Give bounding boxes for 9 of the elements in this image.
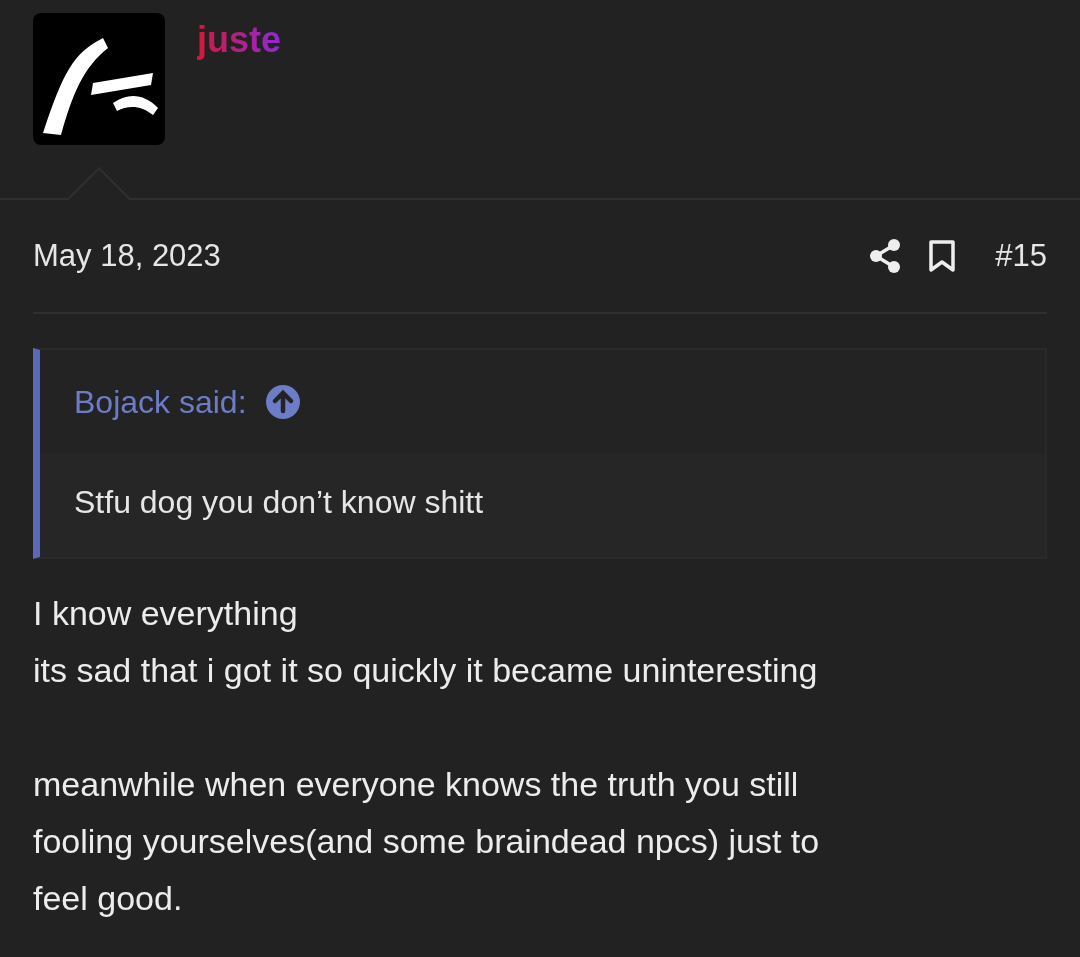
post-date: May 18, 2023: [33, 238, 222, 274]
share-icon[interactable]: [869, 239, 902, 273]
quote-author[interactable]: Bojack said:: [74, 383, 247, 421]
bookmark-icon[interactable]: [929, 240, 956, 272]
post-number[interactable]: #15: [995, 238, 1047, 274]
quote-text: Stfu dog you don’t know shitt: [73, 483, 485, 522]
arrow-up-icon[interactable]: [264, 384, 301, 420]
post-paragraph: I know everything its sad that i got it so quickly it became uninteresting: [33, 593, 819, 691]
post-paragraph: meanwhile when everyone knows the truth you still fooling yourselves(and some braindead npcs) just to feel good.: [33, 764, 821, 919]
